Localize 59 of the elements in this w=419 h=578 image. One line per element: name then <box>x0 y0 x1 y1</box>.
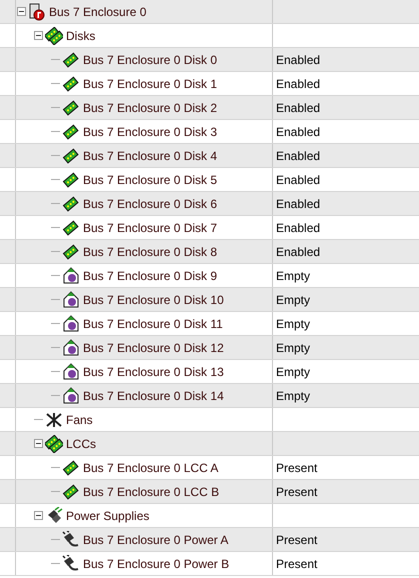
tree-item[interactable]: Bus 7 Enclosure 0 Disk 7 <box>83 218 218 236</box>
status-cell-text: Empty <box>276 340 310 356</box>
status-cell-text: Enabled <box>276 196 320 212</box>
status-cell-text: Enabled <box>276 220 320 236</box>
tree-item[interactable]: Bus 7 Enclosure 0 <box>49 2 146 20</box>
collapse-button[interactable] <box>34 511 43 520</box>
tree-item[interactable]: Bus 7 Enclosure 0 Disk 0 <box>83 50 218 68</box>
empty-slot-icon <box>62 266 80 284</box>
circuit-boards-icon <box>45 434 63 452</box>
status-cell-text: Enabled <box>276 172 320 188</box>
status-cell-text: Empty <box>276 316 310 332</box>
tree-item[interactable]: Bus 7 Enclosure 0 Disk 5 <box>83 170 218 188</box>
enclosure-icon <box>28 2 46 20</box>
tree-item[interactable]: Bus 7 Enclosure 0 Disk 6 <box>83 194 218 212</box>
status-cell-text: Present <box>276 484 318 500</box>
status-cell-text: Present <box>276 532 318 548</box>
tree-item[interactable]: Bus 7 Enclosure 0 Power B <box>83 554 230 572</box>
tree-item[interactable]: Bus 7 Enclosure 0 Disk 4 <box>83 146 218 164</box>
tree-item[interactable]: Bus 7 Enclosure 0 Disk 12 <box>83 338 224 356</box>
tree-item[interactable]: Bus 7 Enclosure 0 Disk 10 <box>83 290 224 308</box>
plug-icon <box>62 554 80 572</box>
empty-slot-icon <box>62 362 80 380</box>
tree-item[interactable]: Bus 7 Enclosure 0 LCC B <box>83 482 220 500</box>
tree-item[interactable]: Bus 7 Enclosure 0 Power A <box>83 530 228 548</box>
status-cell-text: Enabled <box>276 76 320 92</box>
status-cell-text: Enabled <box>276 244 320 260</box>
empty-slot-icon <box>62 314 80 332</box>
tree-item[interactable]: Bus 7 Enclosure 0 Disk 13 <box>83 362 224 380</box>
status-cell-text: Present <box>276 556 318 572</box>
status-cell-text: Enabled <box>276 100 320 116</box>
tree-item[interactable]: Disks <box>66 26 96 44</box>
tree-item[interactable]: Bus 7 Enclosure 0 Disk 1 <box>83 74 218 92</box>
status-cell-text: Present <box>276 460 318 476</box>
status-cell-text: Empty <box>276 292 310 308</box>
plug-icon <box>62 530 80 548</box>
status-cell-text: Enabled <box>276 124 320 140</box>
empty-slot-icon <box>62 290 80 308</box>
status-cell-text: Empty <box>276 364 310 380</box>
status-cell-text: Enabled <box>276 148 320 164</box>
tree-item[interactable]: Bus 7 Enclosure 0 Disk 14 <box>83 386 224 404</box>
collapse-button[interactable] <box>17 7 26 16</box>
status-cell-text: Empty <box>276 268 310 284</box>
tree-item[interactable]: Power Supplies <box>66 506 150 524</box>
empty-slot-icon <box>62 386 80 404</box>
status-cell-text: Empty <box>276 388 310 404</box>
tree-item[interactable]: LCCs <box>66 434 96 452</box>
circuit-boards-icon <box>45 26 63 44</box>
tree-item[interactable]: Bus 7 Enclosure 0 Disk 9 <box>83 266 218 284</box>
empty-slot-icon <box>62 338 80 356</box>
collapse-button[interactable] <box>34 31 43 40</box>
tree-item[interactable]: Bus 7 Enclosure 0 Disk 3 <box>83 122 218 140</box>
tree-item[interactable]: Fans <box>66 410 93 428</box>
fan-icon <box>45 410 63 428</box>
tree-item[interactable]: Bus 7 Enclosure 0 LCC A <box>83 458 218 476</box>
tree-item[interactable]: Bus 7 Enclosure 0 Disk 2 <box>83 98 218 116</box>
collapse-button[interactable] <box>34 439 43 448</box>
tree-item[interactable]: Bus 7 Enclosure 0 Disk 8 <box>83 242 218 260</box>
status-cell-text: Enabled <box>276 52 320 68</box>
tree-item[interactable]: Bus 7 Enclosure 0 Disk 11 <box>83 314 223 332</box>
